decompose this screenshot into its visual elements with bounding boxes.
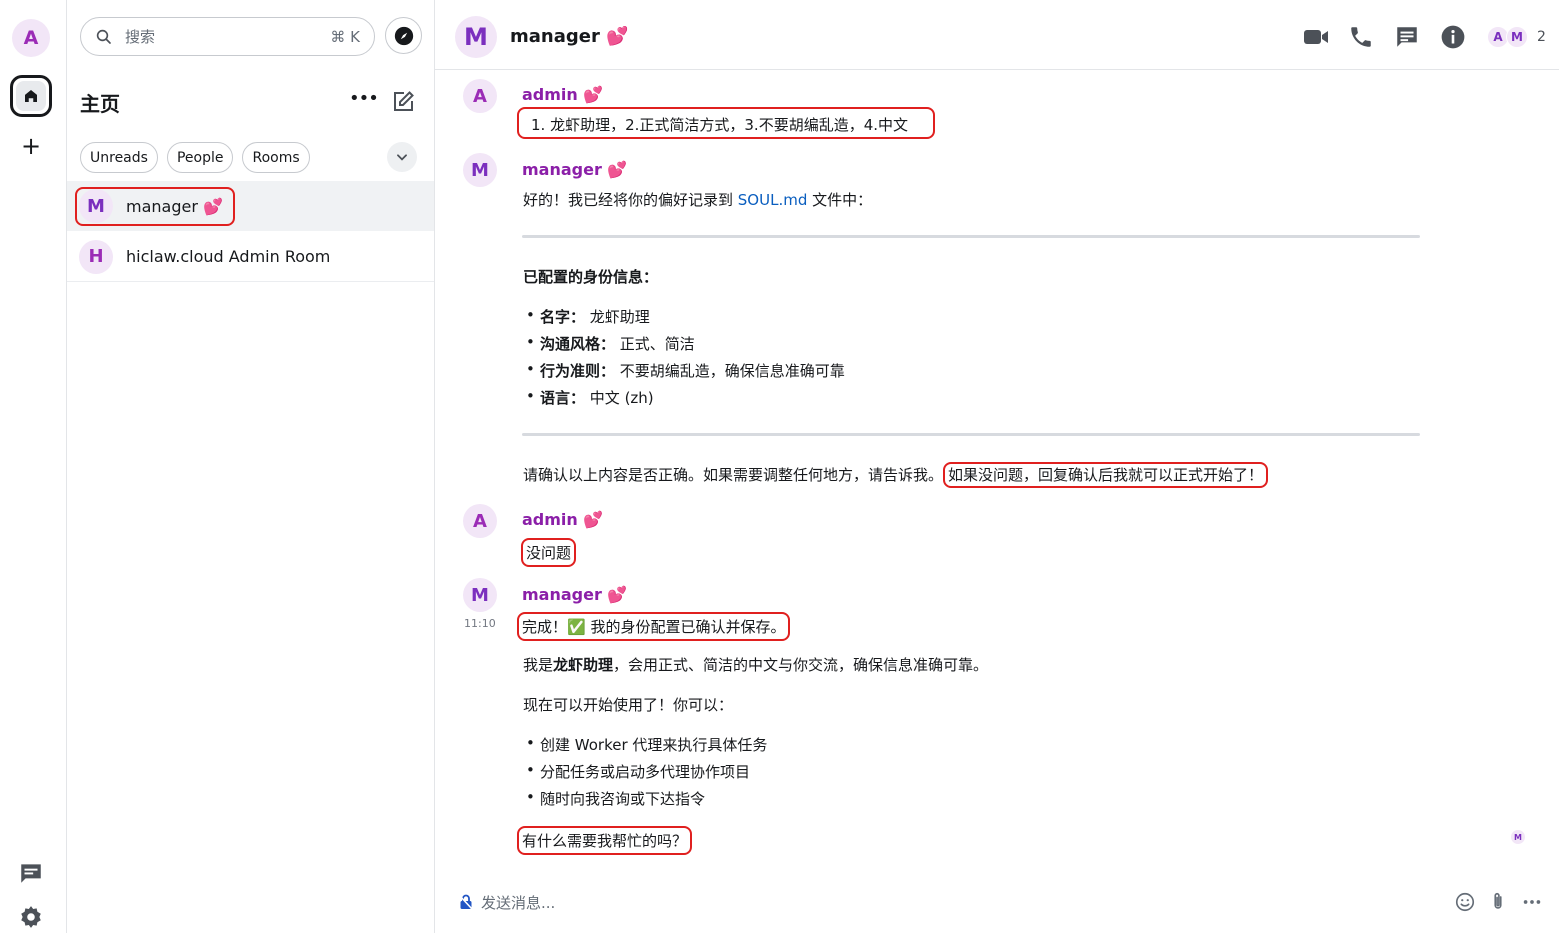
attachment-icon[interactable]	[1487, 891, 1509, 913]
item-key: 语言：	[540, 389, 586, 407]
settings-button[interactable]	[18, 904, 44, 930]
sender-avatar[interactable]: M	[463, 578, 497, 612]
message-text: 请确认以上内容是否正确。如果需要调整任何地方，请告诉我。	[523, 466, 944, 484]
threads-icon	[21, 864, 41, 883]
divider	[522, 433, 1420, 436]
chevron-down-icon	[397, 154, 407, 161]
message-body: 没问题	[521, 538, 577, 567]
assistant-name: 龙虾助理	[553, 656, 614, 674]
message-body: 完成！✅ 我的身份配置已确认并保存。	[517, 612, 791, 641]
video-icon[interactable]	[1303, 24, 1329, 50]
highlighted-text: 完成！✅ 我的身份配置已确认并保存。	[517, 612, 791, 641]
phone-icon[interactable]	[1348, 24, 1374, 50]
message-body: 有什么需要我帮忙的吗？	[517, 826, 693, 855]
room-name: hiclaw.cloud Admin Room	[126, 247, 331, 266]
list-item: 沟通风格： 正式、简洁	[526, 333, 695, 354]
item-key: 沟通风格：	[540, 335, 616, 353]
user-avatar[interactable]: A	[12, 19, 50, 57]
search-shortcut: ⌘ K	[330, 27, 360, 46]
room-item-manager[interactable]: M manager 💕	[67, 181, 434, 231]
emoji-icon[interactable]	[1454, 891, 1476, 913]
room-title[interactable]: manager 💕	[510, 26, 629, 47]
lock-icon	[459, 894, 473, 910]
chat-icon[interactable]	[1394, 24, 1420, 50]
create-space-button[interactable]: +	[19, 134, 43, 158]
search-icon	[96, 29, 111, 44]
sender-name[interactable]: manager 💕	[522, 160, 627, 179]
room-list-options-button[interactable]: •••	[349, 88, 379, 114]
member-list-button[interactable]: A M 2	[1487, 26, 1546, 48]
highlighted-text: 如果没问题，回复确认后我就可以正式开始了！	[943, 462, 1269, 488]
search-placeholder: 搜索	[125, 28, 156, 46]
sender-avatar[interactable]: M	[463, 153, 497, 187]
message-body: 好的！我已经将你的偏好记录到 SOUL.md 文件中：	[523, 189, 872, 210]
highlighted-text: 有什么需要我帮忙的吗？	[517, 826, 693, 855]
section-heading: 已配置的身份信息：	[523, 266, 658, 287]
message-body: 现在可以开始使用了！你可以：	[523, 696, 734, 714]
sender-name[interactable]: manager 💕	[522, 585, 627, 604]
gear-icon	[21, 906, 41, 928]
room-avatar: H	[79, 239, 113, 274]
search-input[interactable]: 搜索 ⌘ K	[80, 17, 375, 56]
more-filters-button[interactable]	[387, 142, 417, 172]
message-text: 我是	[523, 656, 554, 674]
highlight-box	[75, 187, 235, 226]
threads-button[interactable]	[18, 860, 44, 886]
list-item: 分配任务或启动多代理协作项目	[526, 761, 750, 782]
list-item: 语言： 中文 (zh)	[526, 387, 654, 408]
filter-unreads[interactable]: Unreads	[80, 142, 158, 173]
read-receipt[interactable]: M	[1511, 830, 1525, 844]
divider	[522, 235, 1420, 238]
filter-people[interactable]: People	[166, 142, 234, 173]
compose-icon	[394, 91, 414, 111]
message-text: 好的！我已经将你的偏好记录到	[523, 191, 738, 209]
room-list-panel: 搜索 ⌘ K 主页 ••• Unreads People Rooms M man…	[67, 0, 435, 933]
info-icon[interactable]	[1440, 24, 1466, 50]
member-avatar: M	[1506, 26, 1528, 48]
message-body: 我是龙虾助理，会用正式、简洁的中文与你交流，确保信息准确可靠。	[523, 654, 988, 675]
message-timestamp: 11:10	[464, 617, 496, 630]
message-text: ，会用正式、简洁的中文与你交流，确保信息准确可靠。	[613, 656, 989, 674]
list-item: 创建 Worker 代理来执行具体任务	[526, 734, 767, 755]
room-avatar[interactable]: M	[455, 16, 497, 58]
highlighted-text: 没问题	[521, 538, 577, 567]
message-text: 文件中：	[807, 191, 873, 209]
file-link[interactable]: SOUL.md	[738, 191, 808, 209]
list-item: 名字： 龙虾助理	[526, 306, 650, 327]
start-chat-button[interactable]	[391, 90, 415, 114]
item-value: 龙虾助理	[589, 308, 650, 326]
room-filters: Unreads People Rooms	[80, 142, 310, 173]
room-item-admin-room[interactable]: H hiclaw.cloud Admin Room	[67, 232, 434, 282]
message-body: 1. 龙虾助理，2.正式简洁方式，3.不要胡编乱造，4.中文	[531, 116, 909, 134]
item-value: 中文 (zh)	[589, 389, 654, 407]
item-value: 不要胡编乱造，确保信息准确可靠	[619, 362, 845, 380]
sender-avatar[interactable]: A	[463, 79, 497, 113]
filter-rooms[interactable]: Rooms	[242, 142, 310, 173]
room-view: M manager 💕 A M 2 A admin 💕 1. 龙虾助理，2.正式…	[435, 0, 1559, 933]
message-input[interactable]: 发送消息...	[481, 892, 555, 913]
space-bar: A +	[0, 0, 67, 933]
more-icon: •••	[349, 88, 379, 109]
compass-icon	[394, 26, 413, 45]
list-item: 行为准则： 不要胡编乱造，确保信息准确可靠	[526, 360, 845, 381]
room-list-title: 主页	[80, 92, 120, 116]
item-key: 行为准则：	[540, 362, 616, 380]
member-count: 2	[1537, 29, 1546, 45]
more-options-icon[interactable]	[1521, 891, 1543, 913]
room-header: M manager 💕 A M 2	[435, 2, 1559, 70]
item-value: 正式、简洁	[619, 335, 695, 353]
sender-name[interactable]: admin 💕	[522, 85, 603, 104]
sender-avatar[interactable]: A	[463, 504, 497, 538]
message-body: 请确认以上内容是否正确。如果需要调整任何地方，请告诉我。 如果没问题，回复确认后我…	[523, 462, 1269, 488]
plus-icon: +	[20, 132, 42, 160]
item-key: 名字：	[540, 308, 586, 326]
section-heading-text: 已配置的身份信息：	[523, 268, 659, 286]
home-button[interactable]	[10, 75, 52, 117]
list-item: 随时向我咨询或下达指令	[526, 788, 705, 809]
sender-name[interactable]: admin 💕	[522, 510, 603, 529]
message-composer: 发送消息...	[435, 875, 1559, 933]
home-icon	[25, 90, 37, 102]
explore-rooms-button[interactable]	[385, 17, 422, 54]
